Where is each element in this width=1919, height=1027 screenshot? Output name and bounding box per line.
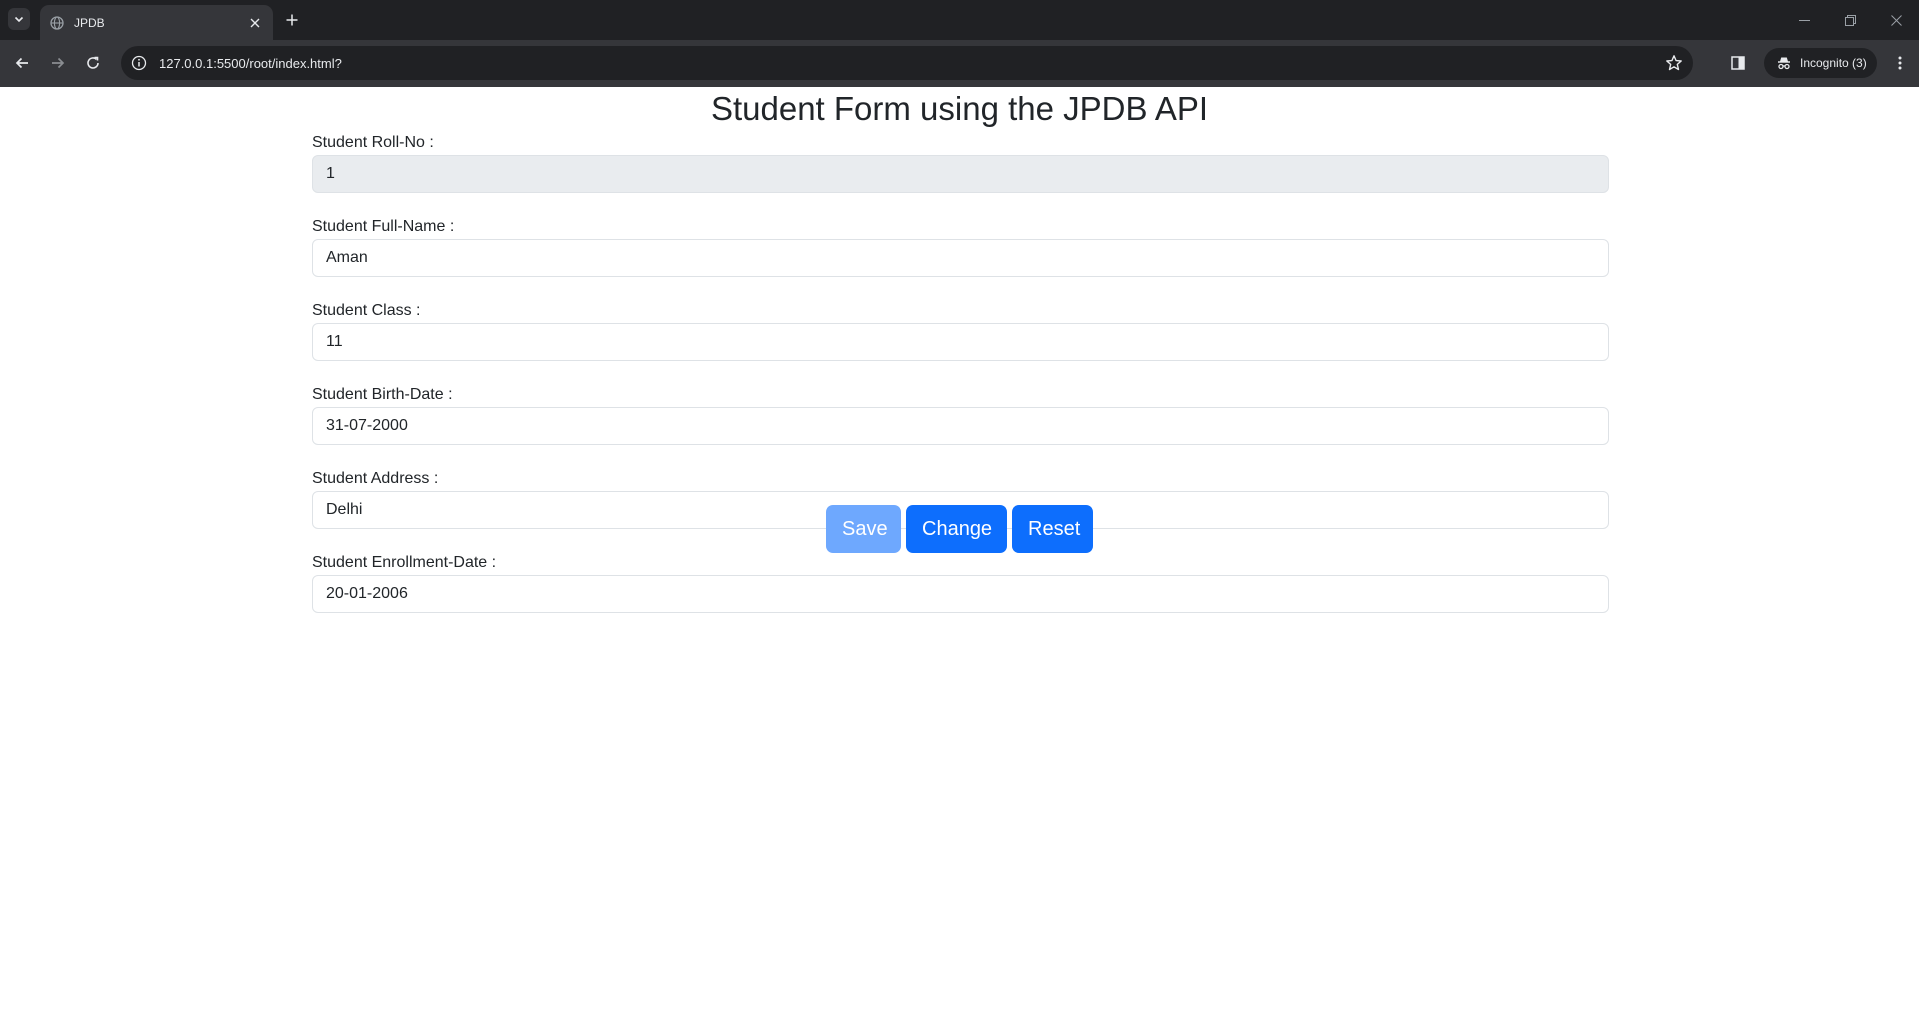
reload-button[interactable] (82, 52, 104, 74)
tab-title: JPDB (74, 15, 105, 30)
class-input[interactable] (312, 323, 1609, 361)
reload-icon (86, 56, 100, 70)
chevron-down-icon (14, 14, 24, 24)
roll-no-label: Student Roll-No : (312, 134, 434, 151)
roll-no-input[interactable] (312, 155, 1609, 193)
window-close-button[interactable] (1873, 0, 1919, 40)
star-icon[interactable] (1665, 54, 1683, 72)
birth-date-input[interactable] (312, 407, 1609, 445)
form-buttons: Save Change Reset (0, 505, 1919, 553)
plus-icon (286, 14, 298, 26)
info-icon[interactable] (131, 55, 147, 71)
window-controls (1781, 0, 1919, 40)
browser-menu-button[interactable] (1890, 53, 1910, 73)
enrollment-date-input[interactable] (312, 575, 1609, 613)
browser-tab[interactable]: JPDB (40, 5, 273, 40)
side-panel-button[interactable] (1728, 53, 1748, 73)
incognito-icon (1776, 55, 1792, 71)
back-button[interactable] (11, 52, 33, 74)
browser-tab-strip: JPDB (0, 0, 1919, 40)
page-content: Student Form using the JPDB API Student … (0, 87, 1919, 1027)
forward-button[interactable] (47, 52, 69, 74)
full-name-input[interactable] (312, 239, 1609, 277)
address-url: 127.0.0.1:5500/root/index.html? (159, 55, 342, 71)
minimize-button[interactable] (1781, 0, 1827, 40)
change-button[interactable]: Change (906, 505, 1007, 553)
restore-icon (1844, 14, 1856, 26)
birth-date-label: Student Birth-Date : (312, 386, 453, 403)
tab-search-button[interactable] (8, 8, 30, 30)
reset-button[interactable]: Reset (1012, 505, 1093, 553)
globe-icon (50, 15, 64, 30)
back-arrow-icon (15, 56, 29, 70)
new-tab-button[interactable] (282, 10, 302, 30)
enrollment-date-label: Student Enrollment-Date : (312, 554, 497, 571)
side-panel-icon (1731, 56, 1745, 70)
window-close-icon (1890, 14, 1902, 26)
forward-arrow-icon (51, 56, 65, 70)
incognito-indicator[interactable]: Incognito (3) (1764, 48, 1877, 78)
browser-toolbar: 127.0.0.1:5500/root/index.html? Incognit… (0, 40, 1919, 87)
address-label: Student Address : (312, 470, 439, 487)
page-title: Student Form using the JPDB API (710, 90, 1209, 127)
full-name-label: Student Full-Name : (312, 218, 455, 235)
kebab-menu-icon (1898, 56, 1902, 70)
close-icon[interactable] (247, 15, 263, 31)
address-bar[interactable]: 127.0.0.1:5500/root/index.html? (121, 46, 1693, 80)
minimize-icon (1798, 15, 1810, 26)
restore-button[interactable] (1827, 0, 1873, 40)
class-label: Student Class : (312, 302, 421, 319)
incognito-label: Incognito (3) (1800, 56, 1867, 70)
save-button[interactable]: Save (826, 505, 901, 553)
